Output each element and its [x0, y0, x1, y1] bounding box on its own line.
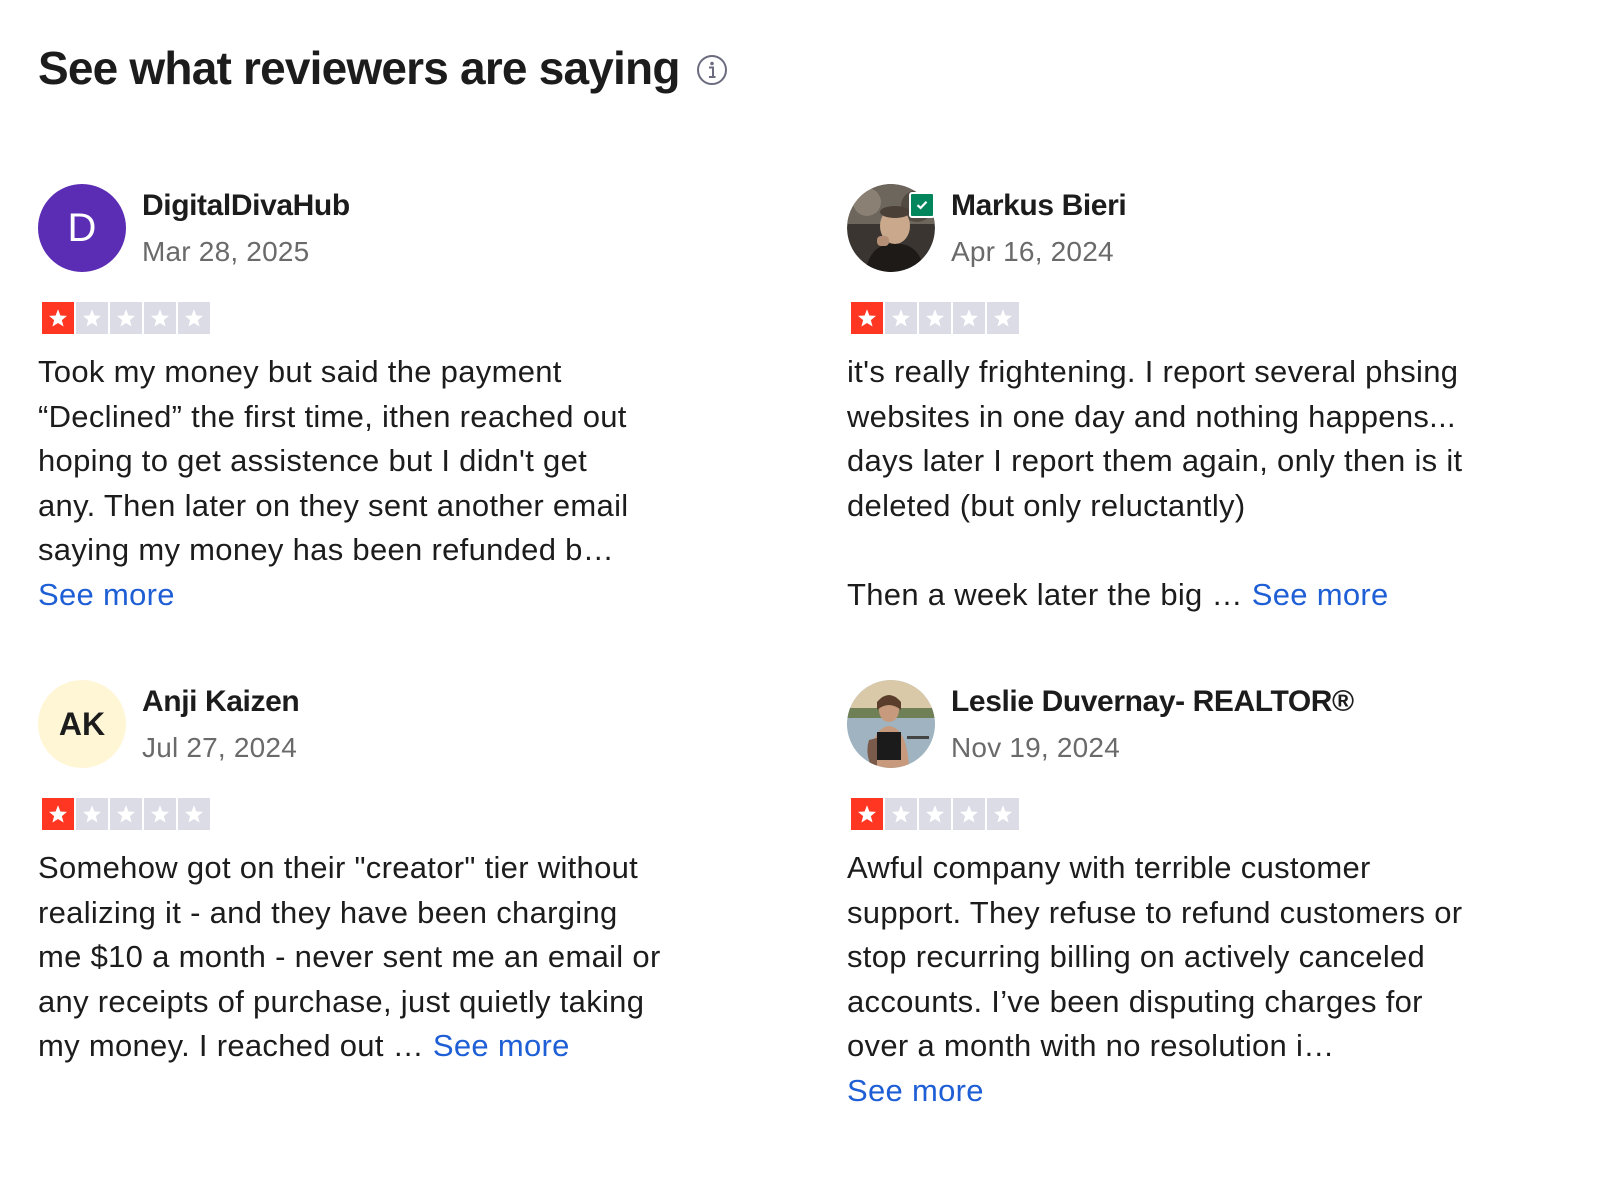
review-date: Mar 28, 2025 [142, 236, 310, 267]
avatar-initials: D [67, 205, 97, 250]
star-rating [851, 798, 1547, 830]
review-date: Jul 27, 2024 [142, 732, 297, 763]
review-body: it's really frightening. I report severa… [847, 354, 1463, 612]
avatar-initials: AK [58, 705, 106, 742]
see-more-link[interactable]: See more [1252, 577, 1389, 612]
see-more-link[interactable]: See more [847, 1073, 984, 1108]
star-rating [42, 302, 738, 334]
info-circle-icon[interactable] [696, 54, 728, 86]
star-rating [42, 798, 738, 830]
avatar[interactable]: D [38, 184, 126, 272]
see-more-link[interactable]: See more [38, 577, 175, 612]
star-icon [76, 798, 108, 830]
star-icon [987, 798, 1019, 830]
star-rating [851, 302, 1547, 334]
star-icon [953, 798, 985, 830]
star-icon [851, 798, 883, 830]
review-card: AK Anji Kaizen Jul 27, 2024 Somehow got … [38, 680, 738, 1069]
avatar[interactable] [847, 184, 935, 272]
review-text: Took my money but said the payment “Decl… [38, 350, 738, 617]
review-card: Markus Bieri Apr 16, 2024 it's really fr… [847, 184, 1547, 617]
star-icon [885, 798, 917, 830]
section-heading: See what reviewers are saying [38, 38, 728, 98]
star-icon [144, 302, 176, 334]
review-card: Leslie Duvernay- REALTOR® Nov 19, 2024 A… [847, 680, 1547, 1113]
star-icon [178, 302, 210, 334]
star-icon [987, 302, 1019, 334]
review-text: it's really frightening. I report severa… [847, 350, 1547, 617]
review-date: Nov 19, 2024 [951, 732, 1120, 763]
review-card: D DigitalDivaHub Mar 28, 2025 Took my mo… [38, 184, 738, 617]
review-body: Awful company with terrible customer sup… [847, 850, 1463, 1063]
avatar[interactable]: AK [38, 680, 126, 768]
verified-badge-icon [909, 192, 935, 218]
reviewer-name[interactable]: DigitalDivaHub [142, 188, 350, 224]
star-icon [919, 302, 951, 334]
star-icon [110, 798, 142, 830]
star-icon [919, 798, 951, 830]
star-icon [110, 302, 142, 334]
page-title: See what reviewers are saying [38, 42, 680, 94]
reviewer-name[interactable]: Anji Kaizen [142, 684, 300, 720]
star-icon [42, 302, 74, 334]
review-text: Somehow got on their "creator" tier with… [38, 846, 738, 1069]
review-text: Awful company with terrible customer sup… [847, 846, 1547, 1113]
star-icon [885, 302, 917, 334]
star-icon [953, 302, 985, 334]
see-more-link[interactable]: See more [433, 1028, 570, 1063]
star-icon [851, 302, 883, 334]
review-date: Apr 16, 2024 [951, 236, 1114, 267]
star-icon [42, 798, 74, 830]
star-icon [144, 798, 176, 830]
reviewer-name[interactable]: Leslie Duvernay- REALTOR® [951, 684, 1354, 720]
reviewer-name[interactable]: Markus Bieri [951, 188, 1127, 224]
avatar[interactable] [847, 680, 935, 768]
review-body: Took my money but said the payment “Decl… [38, 354, 629, 567]
star-icon [178, 798, 210, 830]
star-icon [76, 302, 108, 334]
